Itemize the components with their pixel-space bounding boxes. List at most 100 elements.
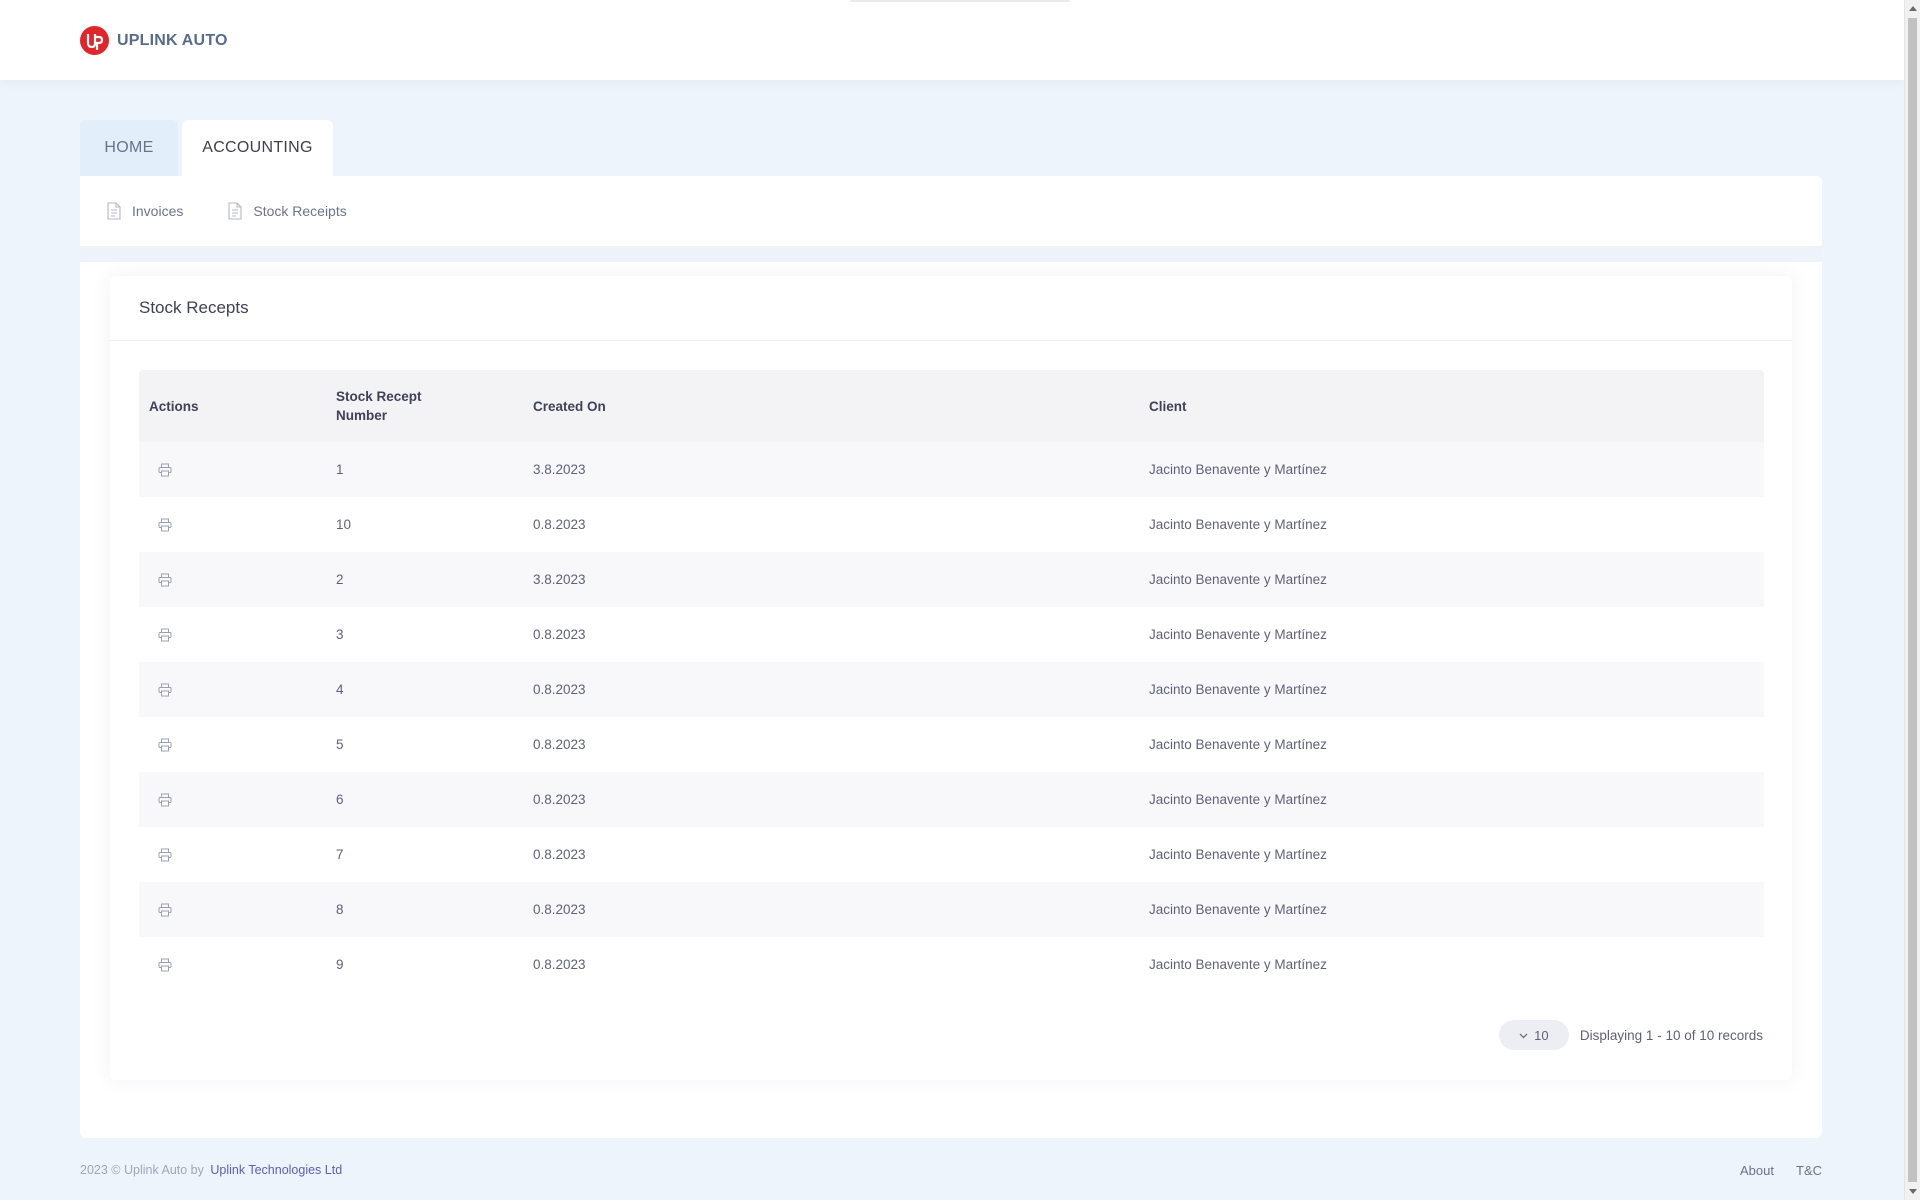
column-header-number-text: Stock Recept Number <box>336 389 422 423</box>
receipt-number-cell: 1 <box>336 462 344 477</box>
receipt-number-cell: 8 <box>336 902 344 917</box>
row-actions-cell <box>139 848 336 862</box>
row-actions-cell <box>139 463 336 477</box>
footer-links: About T&C <box>1718 1163 1822 1178</box>
table-row: 10 0.8.2023 Jacinto Benavente y Martínez <box>139 497 1764 552</box>
client-cell: Jacinto Benavente y Martínez <box>1149 517 1327 532</box>
page-size-select[interactable]: 10 <box>1498 1020 1569 1050</box>
footer-link-about[interactable]: About <box>1740 1163 1774 1178</box>
print-icon[interactable] <box>149 628 336 642</box>
tab-home[interactable]: HOME <box>80 120 178 176</box>
created-on-cell: 3.8.2023 <box>533 572 586 587</box>
table-row: 8 0.8.2023 Jacinto Benavente y Martínez <box>139 882 1764 937</box>
receipt-number-cell: 3 <box>336 627 344 642</box>
main-tabs: HOME ACCOUNTING <box>80 120 333 176</box>
table-header: Actions Stock Recept Number Created On C… <box>139 370 1764 442</box>
stock-receipts-card: Stock Recepts Actions Stock Recept Numbe… <box>110 276 1792 1080</box>
column-header-actions[interactable]: Actions <box>139 399 336 414</box>
print-icon[interactable] <box>149 683 336 697</box>
table-body: 1 3.8.2023 Jacinto Benavente y Martínez 10 0… <box>139 442 1764 992</box>
created-on-cell: 0.8.2023 <box>533 792 586 807</box>
subnav-label: Stock Receipts <box>253 203 347 219</box>
created-on-cell: 0.8.2023 <box>533 847 586 862</box>
scroll-up-arrow-icon[interactable] <box>1909 6 1917 11</box>
brand-logo-link[interactable]: UPLINK AUTO <box>80 26 228 55</box>
client-cell: Jacinto Benavente y Martínez <box>1149 847 1327 862</box>
client-cell: Jacinto Benavente y Martínez <box>1149 737 1327 752</box>
receipt-number-cell: 7 <box>336 847 344 862</box>
pagination: 10 Displaying 1 - 10 of 10 records <box>1498 1020 1763 1050</box>
pagination-summary: Displaying 1 - 10 of 10 records <box>1579 1027 1763 1043</box>
accounting-subnav: Invoices Stock Receipts <box>80 176 1822 246</box>
print-icon[interactable] <box>149 903 336 917</box>
table-row: 4 0.8.2023 Jacinto Benavente y Martínez <box>139 662 1764 717</box>
footer-copyright-group: 2023 © Uplink Auto by Uplink Technologie… <box>80 1163 342 1177</box>
column-header-client[interactable]: Client <box>1149 399 1764 414</box>
client-cell: Jacinto Benavente y Martínez <box>1149 462 1327 477</box>
card-title: Stock Recepts <box>139 298 249 317</box>
created-on-cell: 0.8.2023 <box>533 902 586 917</box>
row-actions-cell <box>139 518 336 532</box>
client-cell: Jacinto Benavente y Martínez <box>1149 902 1327 917</box>
print-icon[interactable] <box>149 573 336 587</box>
receipt-number-cell: 10 <box>336 517 352 532</box>
row-actions-cell <box>139 628 336 642</box>
tab-accounting[interactable]: ACCOUNTING <box>182 120 333 176</box>
row-actions-cell <box>139 958 336 972</box>
footer-company-link[interactable]: Uplink Technologies Ltd <box>210 1163 342 1177</box>
stock-receipts-table: Actions Stock Recept Number Created On C… <box>139 370 1764 992</box>
subnav-item-stock-receipts[interactable]: Stock Receipts <box>227 202 347 220</box>
document-icon <box>107 202 121 220</box>
table-row: 2 3.8.2023 Jacinto Benavente y Martínez <box>139 552 1764 607</box>
print-icon[interactable] <box>149 518 336 532</box>
created-on-cell: 0.8.2023 <box>533 737 586 752</box>
row-actions-cell <box>139 573 336 587</box>
receipt-number-cell: 2 <box>336 572 344 587</box>
row-actions-cell <box>139 793 336 807</box>
card-divider <box>110 340 1792 341</box>
top-header: UPLINK AUTO <box>0 0 1904 80</box>
print-icon[interactable] <box>149 848 336 862</box>
column-header-created-on[interactable]: Created On <box>533 399 1149 414</box>
row-actions-cell <box>139 903 336 917</box>
footer-link-terms[interactable]: T&C <box>1796 1163 1822 1178</box>
client-cell: Jacinto Benavente y Martínez <box>1149 627 1327 642</box>
receipt-number-cell: 6 <box>336 792 344 807</box>
client-cell: Jacinto Benavente y Martínez <box>1149 572 1327 587</box>
client-cell: Jacinto Benavente y Martínez <box>1149 957 1327 972</box>
created-on-cell: 3.8.2023 <box>533 462 586 477</box>
table-row: 9 0.8.2023 Jacinto Benavente y Martínez <box>139 937 1764 992</box>
footer-copyright: 2023 © Uplink Auto by <box>80 1163 204 1177</box>
created-on-cell: 0.8.2023 <box>533 517 586 532</box>
receipt-number-cell: 5 <box>336 737 344 752</box>
created-on-cell: 0.8.2023 <box>533 627 586 642</box>
column-header-number[interactable]: Stock Recept Number <box>336 387 533 425</box>
brand-name: UPLINK AUTO <box>117 31 228 49</box>
page-scrollbar[interactable] <box>1904 0 1920 1200</box>
table-row: 1 3.8.2023 Jacinto Benavente y Martínez <box>139 442 1764 497</box>
table-row: 5 0.8.2023 Jacinto Benavente y Martínez <box>139 717 1764 772</box>
page-footer: 2023 © Uplink Auto by Uplink Technologie… <box>80 1160 1822 1180</box>
table-row: 3 0.8.2023 Jacinto Benavente y Martínez <box>139 607 1764 662</box>
scroll-down-arrow-icon[interactable] <box>1909 1189 1917 1194</box>
row-actions-cell <box>139 738 336 752</box>
receipt-number-cell: 4 <box>336 682 344 697</box>
document-icon <box>228 202 242 220</box>
print-icon[interactable] <box>149 738 336 752</box>
client-cell: Jacinto Benavente y Martínez <box>1149 792 1327 807</box>
table-row: 6 0.8.2023 Jacinto Benavente y Martínez <box>139 772 1764 827</box>
row-actions-cell <box>139 683 336 697</box>
table-row: 7 0.8.2023 Jacinto Benavente y Martínez <box>139 827 1764 882</box>
page-size-value: 10 <box>1534 1027 1549 1043</box>
print-icon[interactable] <box>149 793 336 807</box>
print-icon[interactable] <box>149 958 336 972</box>
created-on-cell: 0.8.2023 <box>533 957 586 972</box>
scrollbar-thumb[interactable] <box>1908 18 1917 1182</box>
client-cell: Jacinto Benavente y Martínez <box>1149 682 1327 697</box>
print-icon[interactable] <box>149 463 336 477</box>
uplink-logo-icon <box>80 26 109 55</box>
receipt-number-cell: 9 <box>336 957 344 972</box>
subnav-label: Invoices <box>132 203 184 219</box>
subnav-item-invoices[interactable]: Invoices <box>106 202 183 220</box>
header-notch <box>850 0 1070 2</box>
